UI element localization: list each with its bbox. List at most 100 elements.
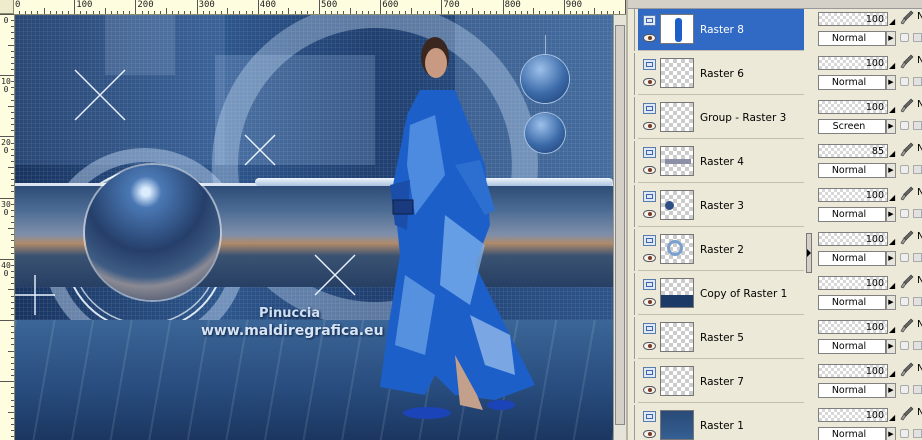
blend-mode-select[interactable]: Screen xyxy=(818,119,886,134)
opacity-field[interactable]: 85 xyxy=(818,144,888,158)
layer-row[interactable]: Raster 6 100 ◢ N Normal ▶ xyxy=(634,53,922,96)
layer-row[interactable]: Raster 8 100 ◢ N Normal ▶ xyxy=(634,9,922,52)
layer-name-cell[interactable]: Raster 2 xyxy=(638,229,804,271)
brush-icon[interactable] xyxy=(900,274,914,290)
opacity-spin-icon[interactable]: ◢ xyxy=(889,414,895,422)
blend-mode-select[interactable]: Normal xyxy=(818,427,886,440)
opacity-field[interactable]: 100 xyxy=(818,232,888,246)
opacity-spin-icon[interactable]: ◢ xyxy=(889,370,895,378)
mask-icon[interactable] xyxy=(913,297,922,306)
layer-name-cell[interactable]: Raster 1 xyxy=(638,405,804,440)
blend-mode-select[interactable]: Normal xyxy=(818,251,886,266)
layer-link-icon[interactable] xyxy=(643,367,656,378)
layer-name-cell[interactable]: Raster 3 xyxy=(638,185,804,227)
mask-icon[interactable] xyxy=(913,165,922,174)
opacity-spin-icon[interactable]: ◢ xyxy=(889,106,895,114)
brush-icon[interactable] xyxy=(900,318,914,334)
layer-link-icon[interactable] xyxy=(643,147,656,158)
opacity-field[interactable]: 100 xyxy=(818,408,888,422)
lock-icon[interactable] xyxy=(900,77,909,86)
blend-dropdown-arrow-icon[interactable]: ▶ xyxy=(886,163,896,178)
lock-icon[interactable] xyxy=(900,385,909,394)
opacity-field[interactable]: 100 xyxy=(818,12,888,26)
blend-dropdown-arrow-icon[interactable]: ▶ xyxy=(886,75,896,90)
blend-mode-select[interactable]: Normal xyxy=(818,295,886,310)
blend-dropdown-arrow-icon[interactable]: ▶ xyxy=(886,119,896,134)
mask-icon[interactable] xyxy=(913,253,922,262)
brush-icon[interactable] xyxy=(900,142,914,158)
opacity-spin-icon[interactable]: ◢ xyxy=(889,238,895,246)
brush-icon[interactable] xyxy=(900,186,914,202)
canvas-vertical-scrollbar[interactable] xyxy=(613,15,626,440)
lock-icon[interactable] xyxy=(900,297,909,306)
blend-mode-select[interactable]: Normal xyxy=(818,75,886,90)
layer-name-cell[interactable]: Group - Raster 3 xyxy=(638,97,804,139)
blend-mode-select[interactable]: Normal xyxy=(818,383,886,398)
mask-icon[interactable] xyxy=(913,209,922,218)
eye-icon[interactable] xyxy=(643,430,656,438)
brush-icon[interactable] xyxy=(900,230,914,246)
layer-row[interactable]: Copy of Raster 1 100 ◢ N Normal ▶ xyxy=(634,273,922,316)
brush-icon[interactable] xyxy=(900,10,914,26)
layer-name-cell[interactable]: Raster 4 xyxy=(638,141,804,183)
layer-name-cell[interactable]: Raster 5 xyxy=(638,317,804,359)
layer-link-icon[interactable] xyxy=(643,235,656,246)
brush-icon[interactable] xyxy=(900,406,914,422)
blend-dropdown-arrow-icon[interactable]: ▶ xyxy=(886,339,896,354)
eye-icon[interactable] xyxy=(643,254,656,262)
layer-row[interactable]: Raster 5 100 ◢ N Normal ▶ xyxy=(634,317,922,360)
eye-icon[interactable] xyxy=(643,34,656,42)
lock-icon[interactable] xyxy=(900,253,909,262)
lock-icon[interactable] xyxy=(900,165,909,174)
eye-icon[interactable] xyxy=(643,210,656,218)
opacity-spin-icon[interactable]: ◢ xyxy=(889,282,895,290)
mask-icon[interactable] xyxy=(913,385,922,394)
palette-splitter-arrow[interactable] xyxy=(806,233,812,273)
opacity-spin-icon[interactable]: ◢ xyxy=(889,62,895,70)
layer-row[interactable]: Raster 2 100 ◢ N Normal ▶ xyxy=(634,229,922,272)
mask-icon[interactable] xyxy=(913,341,922,350)
lock-icon[interactable] xyxy=(900,341,909,350)
mask-icon[interactable] xyxy=(913,121,922,130)
opacity-spin-icon[interactable]: ◢ xyxy=(889,194,895,202)
layer-row[interactable]: Raster 4 85 ◢ N Normal ▶ xyxy=(634,141,922,184)
opacity-field[interactable]: 100 xyxy=(818,276,888,290)
brush-icon[interactable] xyxy=(900,54,914,70)
layer-link-icon[interactable] xyxy=(643,191,656,202)
layer-name-cell[interactable]: Raster 6 xyxy=(638,53,804,95)
opacity-field[interactable]: 100 xyxy=(818,320,888,334)
layer-link-icon[interactable] xyxy=(643,411,656,422)
layer-link-icon[interactable] xyxy=(643,15,656,26)
lock-icon[interactable] xyxy=(900,429,909,438)
blend-mode-select[interactable]: Normal xyxy=(818,339,886,354)
blend-mode-select[interactable]: Normal xyxy=(818,31,886,46)
opacity-field[interactable]: 100 xyxy=(818,56,888,70)
blend-mode-select[interactable]: Normal xyxy=(818,207,886,222)
layer-name-cell[interactable]: Copy of Raster 1 xyxy=(638,273,804,315)
layer-link-icon[interactable] xyxy=(643,103,656,114)
layer-row[interactable]: Raster 3 100 ◢ N Normal ▶ xyxy=(634,185,922,228)
image-canvas[interactable]: Pinuccia www.maldiregrafica.eu xyxy=(15,15,613,440)
blend-dropdown-arrow-icon[interactable]: ▶ xyxy=(886,427,896,440)
opacity-field[interactable]: 100 xyxy=(818,364,888,378)
lock-icon[interactable] xyxy=(900,33,909,42)
blend-mode-select[interactable]: Normal xyxy=(818,163,886,178)
eye-icon[interactable] xyxy=(643,166,656,174)
eye-icon[interactable] xyxy=(643,342,656,350)
opacity-spin-icon[interactable]: ◢ xyxy=(889,18,895,26)
layer-row[interactable]: Raster 1 100 ◢ N Normal ▶ xyxy=(634,405,922,440)
mask-icon[interactable] xyxy=(913,77,922,86)
scrollbar-thumb[interactable] xyxy=(615,25,625,425)
eye-icon[interactable] xyxy=(643,386,656,394)
opacity-field[interactable]: 100 xyxy=(818,100,888,114)
eye-icon[interactable] xyxy=(643,122,656,130)
blend-dropdown-arrow-icon[interactable]: ▶ xyxy=(886,251,896,266)
mask-icon[interactable] xyxy=(913,33,922,42)
eye-icon[interactable] xyxy=(643,78,656,86)
blend-dropdown-arrow-icon[interactable]: ▶ xyxy=(886,383,896,398)
opacity-spin-icon[interactable]: ◢ xyxy=(889,326,895,334)
lock-icon[interactable] xyxy=(900,209,909,218)
layer-link-icon[interactable] xyxy=(643,323,656,334)
layer-row[interactable]: Group - Raster 3 100 ◢ N Screen ▶ xyxy=(634,97,922,140)
blend-dropdown-arrow-icon[interactable]: ▶ xyxy=(886,295,896,310)
